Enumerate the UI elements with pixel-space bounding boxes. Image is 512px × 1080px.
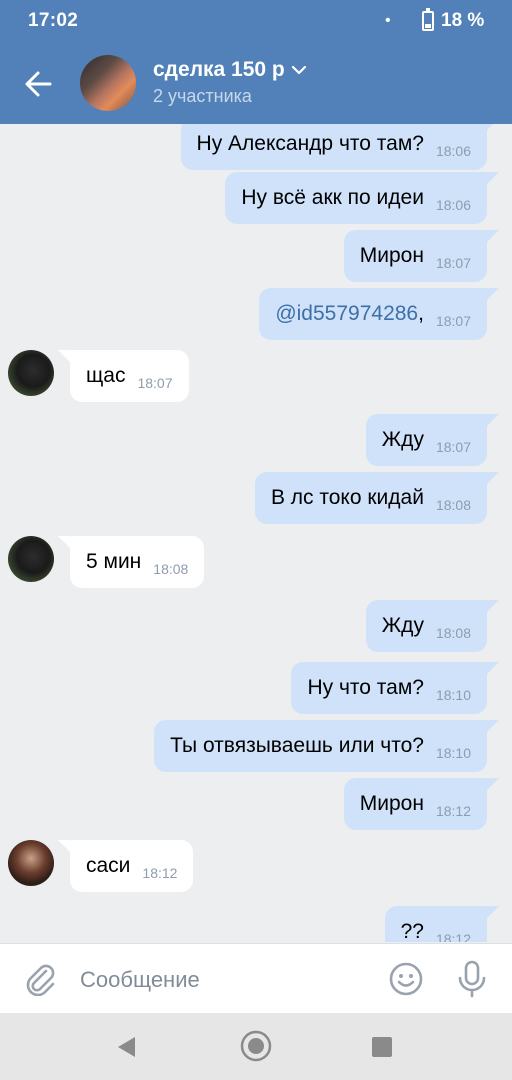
back-button[interactable]: [20, 64, 60, 104]
battery-percent: 18 %: [441, 10, 485, 31]
message-input[interactable]: [80, 962, 370, 998]
message-text: Ну что там?: [307, 676, 424, 699]
message-time: 18:07: [137, 375, 173, 391]
message-text: Мирон: [359, 792, 424, 815]
message-incoming[interactable]: 5 мин 18:08: [57, 536, 205, 588]
sender-avatar[interactable]: [8, 350, 54, 396]
message-outgoing[interactable]: Ты отвязываешь или что? 18:10: [154, 720, 499, 772]
message-composer: [0, 943, 512, 1013]
message-outgoing[interactable]: Ну Александр что там? 18:06: [180, 124, 500, 170]
message-outgoing[interactable]: Мирон 18:07: [343, 230, 500, 282]
system-navigation-bar: [0, 1013, 512, 1080]
paperclip-icon: [26, 964, 55, 997]
message-text: Ты отвязываешь или что?: [170, 734, 424, 757]
message-time: 18:08: [435, 497, 471, 513]
message-time: 18:10: [435, 687, 471, 703]
chat-title[interactable]: сделка 150 р: [153, 58, 307, 82]
message-text: ,: [418, 302, 424, 325]
notification-dot-icon: •: [385, 12, 391, 29]
message-time: 18:08: [153, 561, 189, 577]
chat-avatar[interactable]: [80, 55, 136, 111]
message-time: 18:12: [435, 803, 471, 819]
message-outgoing[interactable]: Ну что там? 18:10: [291, 662, 499, 714]
message-text: Ну Александр что там?: [196, 132, 424, 155]
message-text: Жду: [381, 428, 424, 451]
message-outgoing[interactable]: В лс токо кидай 18:08: [254, 472, 500, 524]
battery-icon: [422, 8, 434, 31]
message-outgoing[interactable]: Мирон 18:12: [343, 778, 500, 830]
nav-home-icon[interactable]: [239, 1029, 273, 1063]
message-text: В лс токо кидай: [270, 486, 424, 509]
message-text: щас: [86, 364, 126, 387]
message-time: 18:06: [435, 197, 471, 213]
smile-icon: [389, 962, 423, 996]
message-outgoing[interactable]: Жду 18:07: [365, 414, 500, 466]
emoji-button[interactable]: [388, 961, 424, 997]
microphone-icon: [458, 960, 486, 998]
message-time: 18:12: [435, 931, 471, 942]
user-mention-link[interactable]: @id557974286: [275, 302, 418, 326]
chat-header: 17:02 • 18 % сделка 150 р 2 участника: [0, 0, 512, 124]
chat-title-text: сделка 150 р: [153, 58, 285, 81]
message-outgoing[interactable]: ?? 18:12: [384, 906, 500, 942]
message-outgoing[interactable]: @id557974286, 18:07: [259, 288, 499, 340]
message-time: 18:07: [435, 439, 471, 455]
message-time: 18:08: [435, 625, 471, 641]
status-time: 17:02: [28, 10, 79, 31]
message-incoming[interactable]: щас 18:07: [58, 350, 189, 402]
chat-subtitle: 2 участника: [153, 86, 252, 106]
message-text: ??: [400, 920, 424, 942]
sender-avatar[interactable]: [8, 840, 54, 886]
nav-back-icon[interactable]: [115, 1035, 137, 1059]
message-outgoing[interactable]: Ну всё акк по идеи 18:06: [225, 172, 499, 224]
voice-message-button[interactable]: [456, 959, 488, 999]
nav-recent-apps-icon[interactable]: [372, 1037, 392, 1057]
message-time: 18:07: [435, 255, 471, 271]
message-time: 18:12: [142, 865, 178, 881]
message-text: саси: [86, 854, 131, 877]
message-outgoing[interactable]: Жду 18:08: [365, 600, 500, 652]
message-text: Мирон: [359, 244, 424, 267]
message-list[interactable]: Ну Александр что там? 18:06 Ну всё акк п…: [0, 124, 512, 942]
message-text: Жду: [381, 614, 424, 637]
message-text: Ну всё акк по идеи: [241, 186, 424, 209]
arrow-left-icon: [25, 71, 52, 97]
message-time: 18:10: [435, 745, 471, 761]
message-text: 5 мин: [86, 550, 142, 573]
message-incoming[interactable]: саси 18:12: [57, 840, 194, 892]
sender-avatar[interactable]: [8, 536, 54, 582]
message-time: 18:07: [435, 313, 471, 329]
chevron-down-icon: [291, 65, 306, 75]
message-time: 18:06: [435, 143, 471, 159]
attach-button[interactable]: [22, 960, 58, 997]
